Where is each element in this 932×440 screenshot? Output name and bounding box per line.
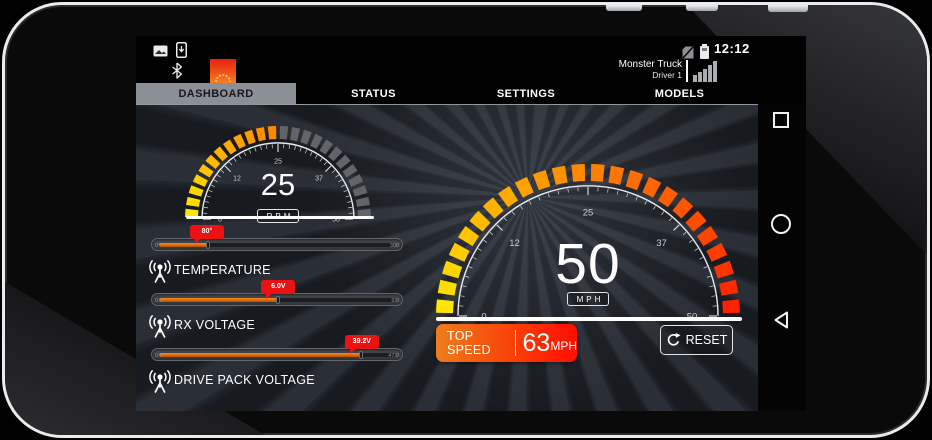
drive-pack-voltage-slider: 39.2V 0.0 47.0 bbox=[151, 335, 403, 403]
driver-name: Driver 1 bbox=[619, 71, 682, 81]
battery-icon bbox=[700, 46, 709, 59]
antenna-icon bbox=[148, 367, 172, 394]
rpm-value: 25 bbox=[168, 167, 388, 203]
drive-pack-label-row: DRIVE PACK VOLTAGE bbox=[148, 366, 315, 394]
rx-voltage-fill bbox=[159, 298, 279, 302]
camera-button[interactable] bbox=[768, 5, 808, 12]
phone-frame: 12:12 Monster Truck Driver 1 DASHBOARD S… bbox=[2, 2, 930, 438]
nav-recents-icon[interactable] bbox=[773, 112, 789, 128]
tab-settings[interactable]: SETTINGS bbox=[451, 83, 601, 104]
tab-models[interactable]: MODELS bbox=[601, 83, 758, 104]
android-nav-bar bbox=[758, 104, 806, 411]
speed-gauge: 012253750 50 MPH bbox=[428, 133, 748, 325]
dashboard-content: 012253750 25 RPM 012253750 50 MPH 80° bbox=[136, 104, 758, 411]
drive-pack-fill bbox=[159, 353, 362, 357]
no-sim-icon bbox=[682, 46, 694, 59]
speed-gauge-baseline bbox=[436, 317, 742, 321]
rpm-gauge: 012253750 25 RPM bbox=[168, 123, 388, 237]
rx-voltage-track[interactable]: 0.0 9.0 bbox=[151, 293, 403, 306]
top-speed-label: TOP SPEED bbox=[447, 329, 507, 357]
status-bar: 12:12 Monster Truck Driver 1 bbox=[136, 36, 806, 83]
bluetooth-icon bbox=[171, 62, 183, 79]
drive-pack-thumb[interactable] bbox=[359, 351, 363, 359]
nav-home-icon[interactable] bbox=[771, 214, 791, 234]
temperature-value-badge: 80° bbox=[190, 225, 224, 239]
volume-button[interactable] bbox=[686, 5, 718, 11]
app-badge-icon[interactable] bbox=[210, 59, 236, 85]
app-badge-gauge-glyph bbox=[215, 74, 231, 83]
screenshot-stage: 12:12 Monster Truck Driver 1 DASHBOARD S… bbox=[0, 0, 932, 440]
active-model-info: Monster Truck Driver 1 bbox=[619, 59, 682, 80]
speed-unit-chip: MPH bbox=[567, 292, 610, 306]
reset-button[interactable]: RESET bbox=[660, 325, 733, 355]
svg-text:25: 25 bbox=[274, 159, 282, 166]
vehicle-name: Monster Truck bbox=[619, 59, 682, 71]
status-divider bbox=[686, 60, 688, 82]
tab-status[interactable]: STATUS bbox=[296, 83, 451, 104]
tab-bar: DASHBOARD STATUS SETTINGS MODELS bbox=[136, 83, 758, 104]
rx-voltage-value-badge: 6.0V bbox=[261, 280, 295, 294]
reset-label: RESET bbox=[686, 333, 728, 347]
android-screen: 12:12 Monster Truck Driver 1 DASHBOARD S… bbox=[136, 36, 806, 411]
refresh-icon bbox=[666, 332, 681, 348]
speed-value: 50 bbox=[428, 231, 748, 297]
top-speed-unit: MPH bbox=[550, 339, 577, 353]
top-speed-divider bbox=[515, 330, 516, 356]
tab-dashboard[interactable]: DASHBOARD bbox=[136, 83, 296, 104]
top-speed-value: 63 bbox=[523, 329, 551, 358]
power-button[interactable] bbox=[606, 5, 642, 11]
svg-text:25: 25 bbox=[583, 207, 594, 218]
device-download-icon bbox=[176, 42, 187, 58]
drive-pack-track[interactable]: 0.0 47.0 bbox=[151, 348, 403, 361]
temperature-track[interactable]: 0° 300 bbox=[151, 238, 403, 251]
top-speed-button[interactable]: TOP SPEED 63 MPH bbox=[436, 324, 577, 362]
gallery-icon bbox=[153, 45, 168, 57]
temperature-thumb[interactable] bbox=[206, 241, 210, 249]
status-time: 12:12 bbox=[714, 41, 750, 56]
rx-voltage-thumb[interactable] bbox=[276, 296, 280, 304]
rpm-gauge-baseline bbox=[186, 216, 374, 219]
signal-bars-icon bbox=[693, 61, 719, 82]
nav-back-icon[interactable] bbox=[772, 310, 790, 330]
drive-pack-value-badge: 39.2V bbox=[345, 335, 379, 349]
